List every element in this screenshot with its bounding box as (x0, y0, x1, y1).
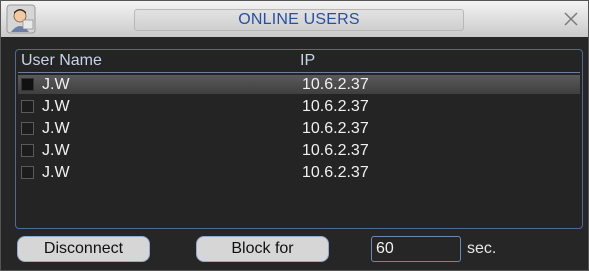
table-row[interactable]: J.W 10.6.2.37 (18, 163, 580, 182)
user-avatar-icon (6, 4, 36, 34)
user-name-cell: J.W (42, 120, 70, 137)
online-users-window: ONLINE USERS User Name IP J.W 10.6.2.37 … (0, 0, 589, 271)
user-name-cell: J.W (42, 98, 70, 115)
table-row[interactable]: J.W 10.6.2.37 (18, 75, 580, 94)
table-row[interactable]: J.W 10.6.2.37 (18, 97, 580, 116)
ip-cell: 10.6.2.37 (302, 120, 369, 137)
row-checkbox[interactable] (21, 78, 34, 91)
user-name-cell: J.W (42, 164, 70, 181)
row-checkbox[interactable] (21, 144, 34, 157)
header-divider (18, 72, 580, 73)
close-icon[interactable] (561, 9, 581, 29)
row-checkbox[interactable] (21, 122, 34, 135)
ip-cell: 10.6.2.37 (302, 76, 369, 93)
user-name-cell: J.W (42, 76, 70, 93)
table-row[interactable]: J.W 10.6.2.37 (18, 119, 580, 138)
user-name-cell: J.W (42, 142, 70, 159)
title-bar: ONLINE USERS (1, 1, 588, 37)
row-checkbox[interactable] (21, 100, 34, 113)
list-header: User Name IP (16, 52, 582, 72)
ip-cell: 10.6.2.37 (302, 98, 369, 115)
disconnect-button[interactable]: Disconnect (17, 236, 150, 262)
ip-cell: 10.6.2.37 (302, 142, 369, 159)
online-users-list: User Name IP J.W 10.6.2.37 J.W 10.6.2.37… (15, 49, 583, 229)
block-duration-input[interactable]: 60 (371, 236, 461, 262)
row-checkbox[interactable] (21, 166, 34, 179)
block-for-button[interactable]: Block for (196, 236, 329, 262)
seconds-unit-label: sec. (467, 240, 497, 257)
column-header-user-name[interactable]: User Name (21, 52, 102, 70)
ip-cell: 10.6.2.37 (302, 164, 369, 181)
column-header-ip[interactable]: IP (300, 52, 315, 70)
table-row[interactable]: J.W 10.6.2.37 (18, 141, 580, 160)
window-title: ONLINE USERS (238, 11, 360, 28)
